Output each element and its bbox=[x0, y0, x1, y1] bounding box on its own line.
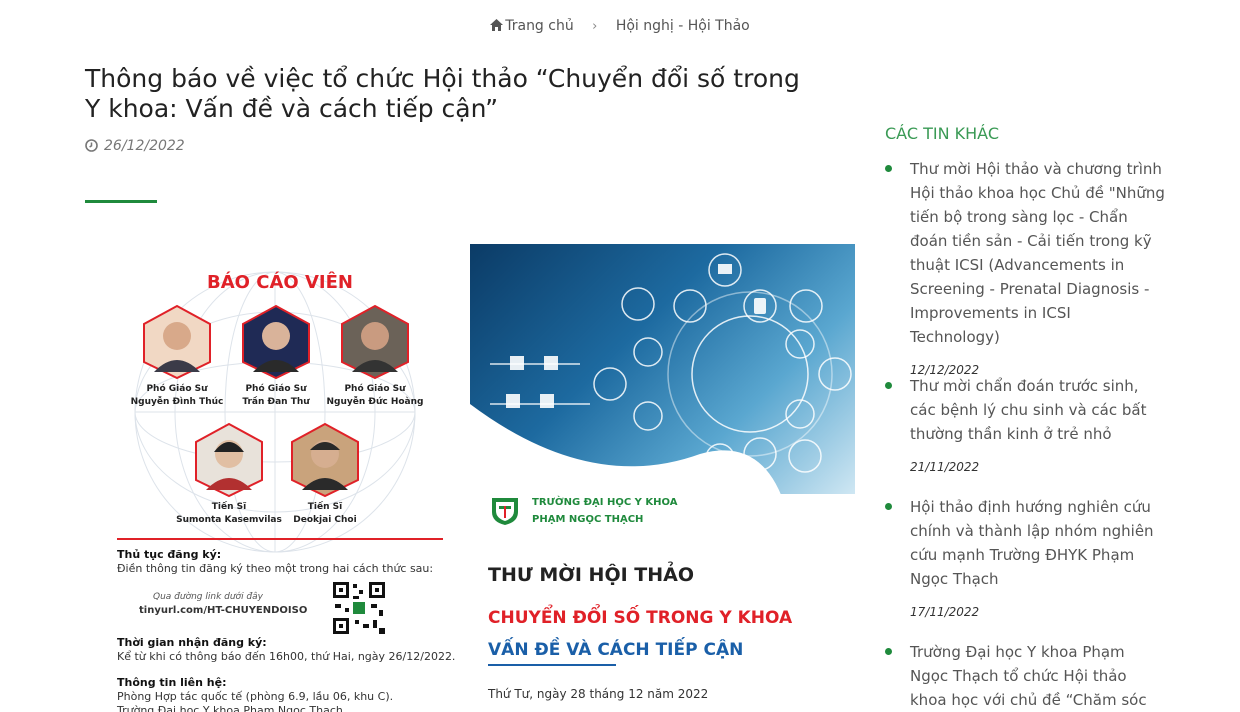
bullet-icon bbox=[885, 165, 892, 172]
contact-heading: Thông tin liên hệ: bbox=[117, 676, 227, 689]
sidebar-title: CÁC TIN KHÁC bbox=[885, 124, 999, 143]
school-name: TRƯỜNG ĐẠI HỌC Y KHOA PHẠM NGỌC THẠCH bbox=[532, 497, 678, 525]
speaker-name: Deokjai Choi bbox=[293, 515, 357, 525]
contact-text-2: Trường Đại học Y khoa Phạm Ngọc Thạch bbox=[117, 704, 343, 712]
time-text: Kể từ khi có thông báo đến 16h00, thứ Ha… bbox=[117, 650, 456, 663]
speaker-role: Tiến Sĩ bbox=[307, 502, 343, 512]
speaker-role: Phó Giáo Sư bbox=[344, 384, 406, 394]
news-list-item[interactable]: Hội thảo định hướng nghiên cứu chính và … bbox=[885, 495, 1165, 619]
page-title: Thông báo về việc tổ chức Hội thảo “Chuy… bbox=[85, 64, 800, 123]
news-link[interactable]: Trường Đại học Y khoa Phạm Ngọc Thạch tổ… bbox=[910, 640, 1165, 712]
home-icon bbox=[490, 19, 504, 35]
clock-icon bbox=[85, 139, 98, 156]
speakers-heading: BÁO CÁO VIÊN bbox=[207, 272, 353, 293]
contact-text: Phòng Hợp tác quốc tế (phòng 6.9, lầu 06… bbox=[117, 690, 394, 703]
article-date: 26/12/2022 bbox=[85, 138, 185, 156]
poster-topic-line2: VẤN ĐỀ VÀ CÁCH TIẾP CẬN bbox=[488, 640, 744, 660]
registration-link: tinyurl.com/HT-CHUYENDOISO bbox=[139, 605, 308, 616]
poster-red-divider bbox=[117, 538, 443, 540]
news-link[interactable]: Thư mời chẩn đoán trước sinh, các bệnh l… bbox=[910, 374, 1165, 446]
registration-heading: Thủ tục đăng ký: bbox=[117, 548, 222, 561]
poster-event-date: Thứ Tư, ngày 28 tháng 12 năm 2022 bbox=[488, 687, 709, 701]
qr-code-icon bbox=[331, 580, 387, 636]
poster-left-panel: BÁO CÁO VIÊN Phó Giáo Sư Nguyễn Đình Thú… bbox=[85, 232, 470, 712]
poster-blue-divider bbox=[488, 664, 616, 666]
speaker-name: Nguyễn Đức Hoàng bbox=[326, 397, 424, 407]
news-list-item[interactable]: Trường Đại học Y khoa Phạm Ngọc Thạch tổ… bbox=[885, 640, 1165, 712]
bullet-icon bbox=[885, 382, 892, 389]
news-link[interactable]: Thư mời Hội thảo và chương trình Hội thả… bbox=[910, 157, 1165, 349]
speaker-card: Tiến Sĩ Deokjai Choi bbox=[265, 422, 385, 525]
speaker-avatar bbox=[340, 304, 410, 380]
poster-topic-line1: CHUYỂN ĐỔI SỐ TRONG Y KHOA bbox=[488, 608, 793, 628]
news-list-item[interactable]: Thư mời Hội thảo và chương trình Hội thả… bbox=[885, 157, 1165, 377]
poster-right-panel: TRƯỜNG ĐẠI HỌC Y KHOA PHẠM NGỌC THẠCH TH… bbox=[470, 244, 855, 712]
news-list-item[interactable]: Thư mời chẩn đoán trước sinh, các bệnh l… bbox=[885, 374, 1165, 474]
registration-link-hint: Qua đường link dưới đây bbox=[153, 592, 263, 602]
article-poster-image: BÁO CÁO VIÊN Phó Giáo Sư Nguyễn Đình Thú… bbox=[85, 232, 855, 712]
breadcrumb: Trang chủ › Hội nghị - Hội Thảo bbox=[0, 18, 1240, 35]
speaker-avatar bbox=[241, 304, 311, 380]
registration-text: Điền thông tin đăng ký theo một trong ha… bbox=[117, 562, 434, 575]
poster-invite-heading: THƯ MỜI HỘI THẢO bbox=[488, 564, 694, 586]
news-date: 17/11/2022 bbox=[910, 605, 980, 619]
school-logo bbox=[492, 498, 518, 525]
breadcrumb-home-link[interactable]: Trang chủ bbox=[505, 18, 573, 34]
speaker-avatar bbox=[142, 304, 212, 380]
news-date: 21/11/2022 bbox=[910, 460, 980, 474]
title-divider bbox=[85, 200, 157, 203]
speaker-avatar bbox=[290, 422, 360, 498]
bullet-icon bbox=[885, 648, 892, 655]
speaker-avatar bbox=[194, 422, 264, 498]
breadcrumb-category-link[interactable]: Hội nghị - Hội Thảo bbox=[616, 18, 750, 34]
time-heading: Thời gian nhận đăng ký: bbox=[117, 636, 267, 649]
bullet-icon bbox=[885, 503, 892, 510]
article-date-text: 26/12/2022 bbox=[104, 138, 185, 154]
chevron-right-icon: › bbox=[592, 19, 598, 34]
speaker-card: Phó Giáo Sư Nguyễn Đức Hoàng bbox=[315, 304, 435, 407]
news-link[interactable]: Hội thảo định hướng nghiên cứu chính và … bbox=[910, 495, 1165, 591]
